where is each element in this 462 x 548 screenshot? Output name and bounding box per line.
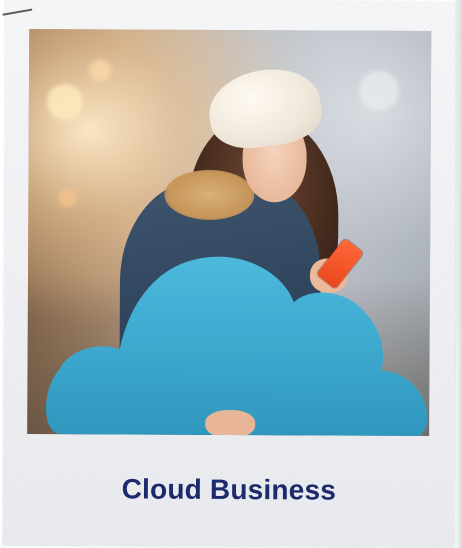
photo	[27, 28, 432, 437]
frame-right-edge	[454, 0, 462, 548]
polaroid-card-container: Cloud Business	[0, 0, 462, 548]
cloud-svg	[46, 256, 428, 437]
bokeh-light	[89, 59, 112, 82]
polaroid-frame: Cloud Business	[2, 0, 458, 548]
card-caption: Cloud Business	[121, 473, 337, 506]
hand-on-cloud	[205, 409, 256, 437]
fur-collar	[164, 169, 255, 221]
cloud-shape-icon	[41, 229, 430, 437]
bokeh-light	[358, 70, 400, 111]
bokeh-light	[58, 189, 77, 208]
bokeh-light	[46, 84, 83, 121]
